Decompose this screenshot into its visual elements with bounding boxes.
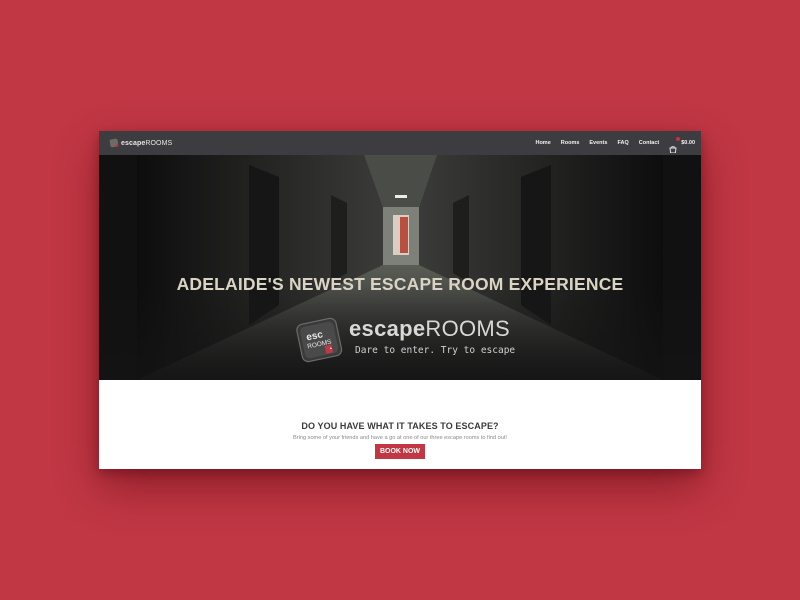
cart-total: $0.00 xyxy=(681,140,695,146)
escape-rooms-logo-icon xyxy=(109,138,119,148)
nav-menu: Home Rooms Events FAQ Contact $0.00 xyxy=(525,136,695,153)
cart-button[interactable]: $0.00 xyxy=(669,136,695,153)
hero-logo-wordmark: escapeROOMS xyxy=(349,316,511,341)
brand-name: escapeROOMS xyxy=(121,139,173,147)
nav-link-faq[interactable]: FAQ xyxy=(617,140,628,146)
hero-logo: esc ROOMS escapeROOMS Dare to enter. Try… xyxy=(293,313,516,373)
cta-subtext: Bring some of your friends and have a go… xyxy=(293,435,507,441)
shopping-bag-icon xyxy=(669,136,681,153)
nav-link-home[interactable]: Home xyxy=(535,140,550,146)
hero-tagline: Dare to enter. Try to escape xyxy=(355,345,516,356)
book-now-button[interactable]: BOOK NOW xyxy=(375,444,425,459)
hero-title: ADELAIDE'S NEWEST ESCAPE ROOM EXPERIENCE xyxy=(176,274,624,294)
cart-badge xyxy=(676,136,681,141)
website-window: escapeROOMS Home Rooms Events FAQ Contac… xyxy=(99,131,701,469)
navbar: escapeROOMS Home Rooms Events FAQ Contac… xyxy=(99,131,701,155)
cta-heading: DO YOU HAVE WHAT IT TAKES TO ESCAPE? xyxy=(301,421,499,431)
escape-rooms-badge-icon: esc ROOMS xyxy=(296,317,343,363)
cta-section: DO YOU HAVE WHAT IT TAKES TO ESCAPE? Bri… xyxy=(99,380,701,469)
nav-link-events[interactable]: Events xyxy=(589,140,607,146)
hero-banner: ADELAIDE'S NEWEST ESCAPE ROOM EXPERIENCE… xyxy=(99,155,701,380)
nav-link-rooms[interactable]: Rooms xyxy=(561,140,580,146)
nav-link-contact[interactable]: Contact xyxy=(639,140,659,146)
brand-logo[interactable]: escapeROOMS xyxy=(109,138,173,148)
